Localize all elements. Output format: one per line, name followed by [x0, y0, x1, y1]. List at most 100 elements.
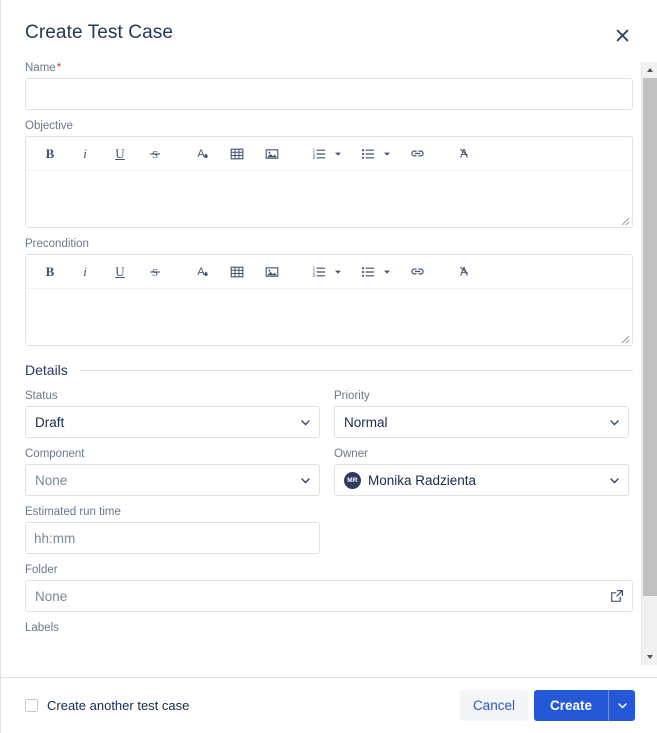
ordered-list-chevron-down-icon[interactable] — [331, 260, 345, 284]
precondition-editor-toolbar: B i U S A 1 2 3 A — [26, 255, 632, 289]
ordered-list-icon[interactable]: 1 2 3 — [307, 142, 331, 166]
objective-editor-toolbar: B i U S A 1 2 3 A — [26, 137, 632, 171]
estimated-run-time-label: Estimated run time — [25, 506, 121, 518]
text-color-button[interactable]: A — [190, 260, 214, 284]
owner-label: Owner — [334, 448, 368, 460]
component-owner-row: Component None Owner MR Monika Radzienta — [25, 448, 633, 496]
scrollbar-thumb[interactable] — [643, 78, 657, 596]
link-icon[interactable] — [405, 142, 429, 166]
dialog-title: Create Test Case — [25, 22, 174, 43]
component-value: None — [35, 472, 68, 488]
ordered-list-icon[interactable]: 1 2 3 — [307, 260, 331, 284]
objective-resize-handle[interactable] — [618, 214, 630, 226]
svg-text:A: A — [197, 148, 205, 160]
strikethrough-button[interactable]: S — [143, 142, 167, 166]
svg-text:3: 3 — [313, 273, 316, 278]
create-another-checkbox-group[interactable]: Create another test case — [25, 698, 189, 713]
component-label: Component — [25, 448, 85, 460]
ordered-list-chevron-down-icon[interactable] — [331, 142, 345, 166]
name-label: Name* — [25, 62, 633, 74]
external-link-icon[interactable] — [610, 589, 624, 603]
status-select[interactable]: Draft — [25, 406, 320, 438]
image-icon[interactable] — [260, 260, 284, 284]
priority-field-group: Priority Normal — [334, 390, 629, 438]
table-icon[interactable] — [225, 260, 249, 284]
chevron-down-icon — [609, 417, 620, 428]
bold-button[interactable]: B — [38, 260, 62, 284]
details-section-header: Details — [25, 362, 633, 378]
strikethrough-button[interactable]: S — [143, 260, 167, 284]
close-icon[interactable] — [609, 22, 635, 48]
svg-text:A: A — [197, 266, 205, 278]
name-input[interactable] — [25, 78, 633, 110]
chevron-down-icon — [300, 417, 311, 428]
owner-field-group: Owner MR Monika Radzienta — [334, 448, 629, 496]
required-asterisk: * — [56, 62, 62, 74]
objective-editor: B i U S A 1 2 3 A — [25, 136, 633, 228]
status-priority-row: Status Draft Priority Normal — [25, 390, 633, 438]
status-label: Status — [25, 390, 58, 402]
priority-label: Priority — [334, 390, 370, 402]
folder-select[interactable]: None — [25, 580, 633, 612]
section-divider — [79, 369, 633, 371]
text-color-button[interactable]: A — [190, 142, 214, 166]
bullet-list-chevron-down-icon[interactable] — [380, 260, 394, 284]
chevron-down-icon — [300, 475, 311, 486]
table-icon[interactable] — [225, 142, 249, 166]
italic-button[interactable]: i — [73, 260, 97, 284]
svg-text:3: 3 — [313, 155, 316, 160]
scroll-down-arrow-icon[interactable] — [642, 649, 657, 665]
precondition-field-group: Precondition B i U S A 1 2 3 A — [25, 238, 633, 346]
owner-value: Monika Radzienta — [368, 472, 477, 488]
image-icon[interactable] — [260, 142, 284, 166]
estimated-run-time-input[interactable] — [25, 522, 320, 554]
status-value: Draft — [35, 414, 65, 430]
estimated-run-time-field-group: Estimated run time — [25, 506, 633, 554]
clear-formatting-icon[interactable]: A — [452, 142, 476, 166]
create-test-case-dialog: Create Test Case Name* Objective B i U S… — [0, 0, 657, 733]
folder-field-group: Folder None — [25, 564, 633, 612]
dialog-footer: Create another test case Cancel Create — [1, 677, 657, 733]
avatar: MR — [344, 471, 361, 489]
owner-select[interactable]: MR Monika Radzienta — [334, 464, 629, 496]
precondition-editor: B i U S A 1 2 3 A — [25, 254, 633, 346]
link-icon[interactable] — [405, 260, 429, 284]
precondition-label: Precondition — [25, 238, 89, 250]
component-field-group: Component None — [25, 448, 320, 496]
priority-select[interactable]: Normal — [334, 406, 629, 438]
cancel-button[interactable]: Cancel — [459, 690, 528, 721]
dialog-header: Create Test Case — [1, 0, 657, 52]
precondition-resize-handle[interactable] — [618, 332, 630, 344]
scroll-up-arrow-icon[interactable] — [642, 62, 657, 78]
objective-label: Objective — [25, 120, 73, 132]
labels-label: Labels — [25, 622, 59, 634]
footer-actions: Cancel Create — [459, 690, 635, 721]
name-field-group: Name* — [25, 62, 633, 110]
component-select[interactable]: None — [25, 464, 320, 496]
bullet-list-chevron-down-icon[interactable] — [380, 142, 394, 166]
clear-formatting-icon[interactable]: A — [452, 260, 476, 284]
objective-input[interactable] — [26, 171, 632, 227]
create-button[interactable]: Create — [533, 690, 608, 721]
labels-field-group: Labels — [25, 622, 633, 636]
dialog-body: Name* Objective B i U S A 1 2 3 A Precon… — [1, 52, 657, 677]
dialog-scrollbar[interactable] — [641, 62, 657, 665]
create-button-group: Create — [533, 690, 635, 721]
bullet-list-icon[interactable] — [356, 260, 380, 284]
precondition-input[interactable] — [26, 289, 632, 345]
svg-text:S: S — [152, 267, 158, 279]
italic-button[interactable]: i — [73, 142, 97, 166]
bullet-list-icon[interactable] — [356, 142, 380, 166]
name-label-text: Name — [25, 62, 56, 74]
chevron-down-icon — [609, 475, 620, 486]
status-field-group: Status Draft — [25, 390, 320, 438]
bold-button[interactable]: B — [38, 142, 62, 166]
objective-field-group: Objective B i U S A 1 2 3 A — [25, 120, 633, 228]
create-options-chevron-down-icon[interactable] — [608, 690, 635, 721]
underline-button[interactable]: U — [108, 142, 132, 166]
create-another-checkbox[interactable] — [25, 699, 38, 712]
priority-value: Normal — [344, 414, 388, 430]
underline-button[interactable]: U — [108, 260, 132, 284]
details-section-title: Details — [25, 362, 68, 378]
svg-text:S: S — [152, 149, 158, 161]
